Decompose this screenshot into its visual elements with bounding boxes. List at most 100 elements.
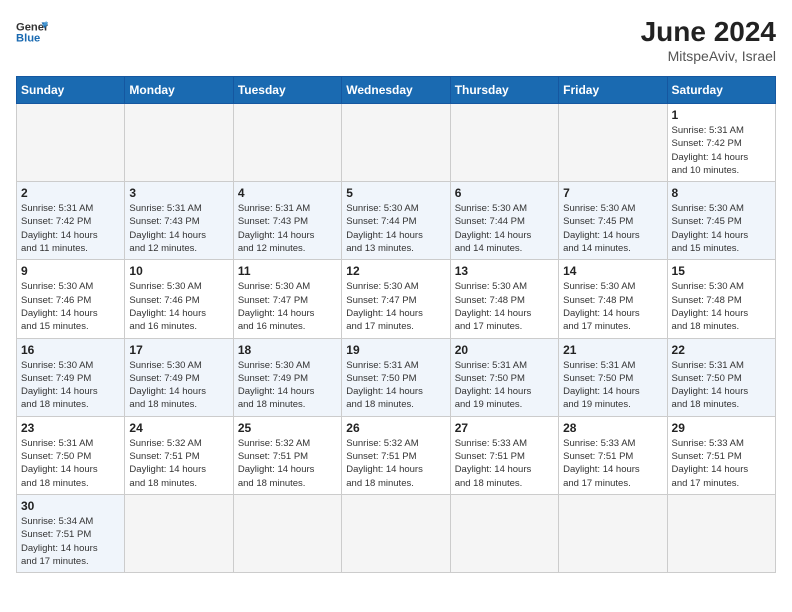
day-number: 26	[346, 421, 445, 435]
day-info: Sunrise: 5:30 AM Sunset: 7:49 PM Dayligh…	[238, 359, 337, 412]
day-number: 2	[21, 186, 120, 200]
day-info: Sunrise: 5:32 AM Sunset: 7:51 PM Dayligh…	[129, 437, 228, 490]
day-number: 12	[346, 264, 445, 278]
calendar-cell: 17 Sunrise: 5:30 AM Sunset: 7:49 PM Dayli…	[125, 338, 233, 416]
calendar-cell	[450, 494, 558, 572]
day-info: Sunrise: 5:30 AM Sunset: 7:49 PM Dayligh…	[129, 359, 228, 412]
day-number: 20	[455, 343, 554, 357]
calendar-cell: 2 Sunrise: 5:31 AM Sunset: 7:42 PM Daylig…	[17, 182, 125, 260]
calendar-cell: 18Sunrise: 5:30 AM Sunset: 7:49 PM Dayli…	[233, 338, 341, 416]
day-number: 7	[563, 186, 662, 200]
day-info: Sunrise: 5:31 AM Sunset: 7:43 PM Dayligh…	[238, 202, 337, 255]
weekday-header-monday: Monday	[125, 77, 233, 104]
day-info: Sunrise: 5:31 AM Sunset: 7:42 PM Dayligh…	[21, 202, 120, 255]
calendar-cell: 30 Sunrise: 5:34 AM Sunset: 7:51 PM Dayli…	[17, 494, 125, 572]
calendar-cell: 10 Sunrise: 5:30 AM Sunset: 7:46 PM Dayli…	[125, 260, 233, 338]
weekday-header-wednesday: Wednesday	[342, 77, 450, 104]
day-info: Sunrise: 5:30 AM Sunset: 7:45 PM Dayligh…	[672, 202, 771, 255]
day-info: Sunrise: 5:30 AM Sunset: 7:46 PM Dayligh…	[21, 280, 120, 333]
weekday-header-row: SundayMondayTuesdayWednesdayThursdayFrid…	[17, 77, 776, 104]
day-number: 14	[563, 264, 662, 278]
weekday-header-friday: Friday	[559, 77, 667, 104]
calendar-cell: 28Sunrise: 5:33 AM Sunset: 7:51 PM Dayli…	[559, 416, 667, 494]
day-info: Sunrise: 5:31 AM Sunset: 7:50 PM Dayligh…	[455, 359, 554, 412]
day-number: 24	[129, 421, 228, 435]
logo: General Blue	[16, 16, 48, 48]
day-number: 8	[672, 186, 771, 200]
day-number: 9	[21, 264, 120, 278]
calendar-week-row: 30 Sunrise: 5:34 AM Sunset: 7:51 PM Dayli…	[17, 494, 776, 572]
calendar-cell	[125, 104, 233, 182]
day-info: Sunrise: 5:30 AM Sunset: 7:44 PM Dayligh…	[455, 202, 554, 255]
calendar-cell: 25Sunrise: 5:32 AM Sunset: 7:51 PM Dayli…	[233, 416, 341, 494]
day-number: 3	[129, 186, 228, 200]
day-info: Sunrise: 5:32 AM Sunset: 7:51 PM Dayligh…	[346, 437, 445, 490]
calendar-cell: 8 Sunrise: 5:30 AM Sunset: 7:45 PM Daylig…	[667, 182, 775, 260]
calendar-cell: 9 Sunrise: 5:30 AM Sunset: 7:46 PM Daylig…	[17, 260, 125, 338]
calendar-cell: 14 Sunrise: 5:30 AM Sunset: 7:48 PM Dayli…	[559, 260, 667, 338]
day-info: Sunrise: 5:33 AM Sunset: 7:51 PM Dayligh…	[563, 437, 662, 490]
calendar-cell: 26 Sunrise: 5:32 AM Sunset: 7:51 PM Dayli…	[342, 416, 450, 494]
day-info: Sunrise: 5:31 AM Sunset: 7:50 PM Dayligh…	[563, 359, 662, 412]
weekday-header-thursday: Thursday	[450, 77, 558, 104]
calendar-table: SundayMondayTuesdayWednesdayThursdayFrid…	[16, 76, 776, 573]
day-number: 17	[129, 343, 228, 357]
calendar-cell: 21 Sunrise: 5:31 AM Sunset: 7:50 PM Dayli…	[559, 338, 667, 416]
day-info: Sunrise: 5:31 AM Sunset: 7:42 PM Dayligh…	[672, 124, 771, 177]
calendar-cell: 19 Sunrise: 5:31 AM Sunset: 7:50 PM Dayli…	[342, 338, 450, 416]
svg-text:Blue: Blue	[16, 33, 40, 45]
day-number: 11	[238, 264, 337, 278]
calendar-cell	[559, 104, 667, 182]
calendar-cell	[450, 104, 558, 182]
calendar-cell: 22Sunrise: 5:31 AM Sunset: 7:50 PM Dayli…	[667, 338, 775, 416]
calendar-cell: 1Sunrise: 5:31 AM Sunset: 7:42 PM Daylig…	[667, 104, 775, 182]
day-info: Sunrise: 5:34 AM Sunset: 7:51 PM Dayligh…	[21, 515, 120, 568]
calendar-cell: 27Sunrise: 5:33 AM Sunset: 7:51 PM Dayli…	[450, 416, 558, 494]
day-info: Sunrise: 5:30 AM Sunset: 7:48 PM Dayligh…	[455, 280, 554, 333]
calendar-cell: 5 Sunrise: 5:30 AM Sunset: 7:44 PM Daylig…	[342, 182, 450, 260]
calendar-cell	[342, 104, 450, 182]
day-info: Sunrise: 5:30 AM Sunset: 7:44 PM Dayligh…	[346, 202, 445, 255]
weekday-header-sunday: Sunday	[17, 77, 125, 104]
day-number: 5	[346, 186, 445, 200]
calendar-week-row: 2 Sunrise: 5:31 AM Sunset: 7:42 PM Daylig…	[17, 182, 776, 260]
day-info: Sunrise: 5:30 AM Sunset: 7:48 PM Dayligh…	[672, 280, 771, 333]
calendar-week-row: 9 Sunrise: 5:30 AM Sunset: 7:46 PM Daylig…	[17, 260, 776, 338]
calendar-cell	[233, 494, 341, 572]
month-year-title: June 2024	[641, 16, 776, 48]
day-number: 21	[563, 343, 662, 357]
calendar-cell: 16 Sunrise: 5:30 AM Sunset: 7:49 PM Dayli…	[17, 338, 125, 416]
calendar-week-row: 1Sunrise: 5:31 AM Sunset: 7:42 PM Daylig…	[17, 104, 776, 182]
calendar-cell: 7Sunrise: 5:30 AM Sunset: 7:45 PM Daylig…	[559, 182, 667, 260]
calendar-cell	[17, 104, 125, 182]
page-header: General Blue June 2024 MitspeAviv, Israe…	[16, 16, 776, 64]
calendar-cell: 6Sunrise: 5:30 AM Sunset: 7:44 PM Daylig…	[450, 182, 558, 260]
calendar-cell: 20 Sunrise: 5:31 AM Sunset: 7:50 PM Dayli…	[450, 338, 558, 416]
calendar-cell	[125, 494, 233, 572]
calendar-cell: 23Sunrise: 5:31 AM Sunset: 7:50 PM Dayli…	[17, 416, 125, 494]
calendar-week-row: 23Sunrise: 5:31 AM Sunset: 7:50 PM Dayli…	[17, 416, 776, 494]
calendar-cell: 29Sunrise: 5:33 AM Sunset: 7:51 PM Dayli…	[667, 416, 775, 494]
weekday-header-tuesday: Tuesday	[233, 77, 341, 104]
day-number: 16	[21, 343, 120, 357]
calendar-week-row: 16 Sunrise: 5:30 AM Sunset: 7:49 PM Dayli…	[17, 338, 776, 416]
day-number: 15	[672, 264, 771, 278]
day-number: 30	[21, 499, 120, 513]
day-info: Sunrise: 5:31 AM Sunset: 7:43 PM Dayligh…	[129, 202, 228, 255]
day-info: Sunrise: 5:30 AM Sunset: 7:46 PM Dayligh…	[129, 280, 228, 333]
calendar-cell	[342, 494, 450, 572]
title-block: June 2024 MitspeAviv, Israel	[641, 16, 776, 64]
day-number: 29	[672, 421, 771, 435]
day-number: 23	[21, 421, 120, 435]
day-info: Sunrise: 5:32 AM Sunset: 7:51 PM Dayligh…	[238, 437, 337, 490]
day-info: Sunrise: 5:31 AM Sunset: 7:50 PM Dayligh…	[346, 359, 445, 412]
weekday-header-saturday: Saturday	[667, 77, 775, 104]
day-number: 10	[129, 264, 228, 278]
day-number: 13	[455, 264, 554, 278]
day-info: Sunrise: 5:30 AM Sunset: 7:47 PM Dayligh…	[238, 280, 337, 333]
day-info: Sunrise: 5:30 AM Sunset: 7:49 PM Dayligh…	[21, 359, 120, 412]
location-subtitle: MitspeAviv, Israel	[641, 48, 776, 64]
day-info: Sunrise: 5:30 AM Sunset: 7:48 PM Dayligh…	[563, 280, 662, 333]
day-number: 19	[346, 343, 445, 357]
day-info: Sunrise: 5:31 AM Sunset: 7:50 PM Dayligh…	[672, 359, 771, 412]
